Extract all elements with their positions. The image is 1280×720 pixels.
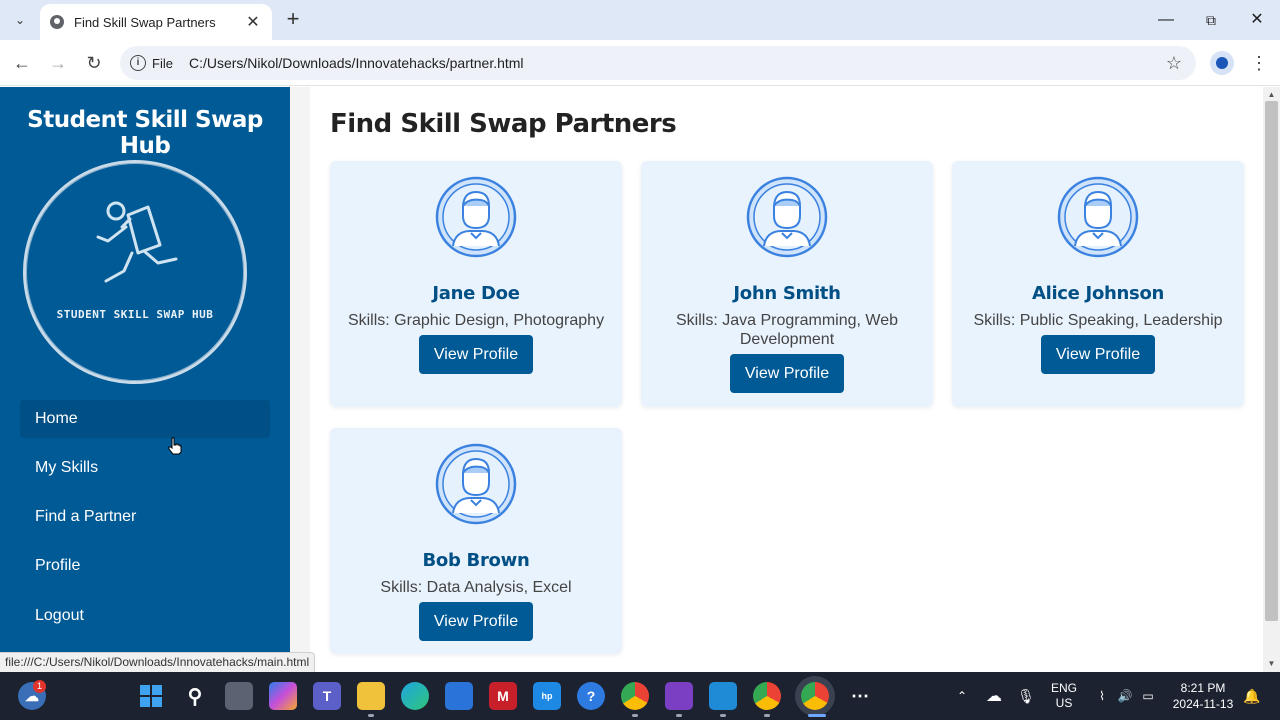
sidebar-item-find-partner[interactable]: Find a Partner bbox=[20, 498, 270, 536]
teams-icon[interactable]: T bbox=[313, 682, 341, 710]
partner-card: Alice Johnson Skills: Public Speaking, L… bbox=[952, 161, 1244, 407]
forward-arrow-icon[interactable]: → bbox=[46, 51, 70, 75]
person-avatar-icon bbox=[435, 443, 517, 525]
sidebar-item-home[interactable]: Home bbox=[20, 400, 270, 438]
partner-card: Bob Brown Skills: Data Analysis, Excel V… bbox=[330, 428, 622, 654]
browser-tab-bar: ⌄ Find Skill Swap Partners ✕ + — ⧉ ✕ bbox=[0, 0, 1280, 40]
partner-card: John Smith Skills: Java Programming, Web… bbox=[641, 161, 933, 407]
view-profile-button[interactable]: View Profile bbox=[730, 354, 844, 393]
vertical-scrollbar[interactable]: ▲ ▼ bbox=[1263, 87, 1280, 672]
visual-studio-icon[interactable] bbox=[665, 682, 693, 710]
url-text[interactable]: C:/Users/Nikol/Downloads/Innovatehacks/p… bbox=[189, 55, 1166, 71]
store-icon[interactable] bbox=[445, 682, 473, 710]
partner-card: Jane Doe Skills: Graphic Design, Photogr… bbox=[330, 161, 622, 407]
copilot-icon[interactable] bbox=[269, 682, 297, 710]
microphone-icon[interactable]: 🎙 bbox=[1014, 672, 1038, 720]
sidebar: Student Skill Swap Hub STUDENT SKILL SWA… bbox=[0, 87, 290, 672]
view-profile-button[interactable]: View Profile bbox=[419, 335, 533, 374]
running-student-icon bbox=[96, 201, 178, 283]
main-content: Find Skill Swap Partners Jane Doe Skills… bbox=[310, 87, 1263, 672]
address-bar[interactable]: i File C:/Users/Nikol/Downloads/Innovate… bbox=[120, 46, 1196, 80]
back-arrow-icon[interactable]: ← bbox=[10, 51, 34, 75]
running-indicator bbox=[632, 714, 638, 717]
start-windows-icon[interactable] bbox=[137, 682, 165, 710]
scroll-up-arrow-icon[interactable]: ▲ bbox=[1266, 89, 1277, 100]
vscode-icon[interactable] bbox=[709, 682, 737, 710]
sidebar-brand-title: Student Skill Swap Hub bbox=[27, 107, 263, 159]
info-icon[interactable]: i bbox=[130, 55, 146, 71]
reload-icon[interactable]: ↻ bbox=[82, 51, 106, 75]
view-profile-button[interactable]: View Profile bbox=[419, 602, 533, 641]
help-icon[interactable]: ? bbox=[577, 682, 605, 710]
tray-chevron-up-icon[interactable]: ⌃ bbox=[950, 672, 974, 720]
sidebar-item-profile[interactable]: Profile bbox=[20, 547, 270, 585]
partner-skills: Skills: Graphic Design, Photography bbox=[347, 312, 605, 329]
browser-toolbar: ← → ↻ i File C:/Users/Nikol/Downloads/In… bbox=[0, 40, 1280, 86]
person-avatar-icon bbox=[1057, 176, 1139, 258]
clock-time: 8:21 PM bbox=[1180, 681, 1226, 695]
onedrive-icon[interactable]: ☁ bbox=[982, 672, 1006, 720]
active-indicator bbox=[808, 714, 826, 717]
bookmark-star-icon[interactable]: ☆ bbox=[1166, 53, 1182, 74]
logo-text: STUDENT SKILL SWAP HUB bbox=[56, 308, 214, 321]
os-taskbar: ☁ 1 ⚲ T M hp ? ⋯ ⌃ ☁ 🎙 ENG US ⌇ 🔊 ▭ 8:21… bbox=[0, 672, 1280, 720]
chrome-profile-icon[interactable] bbox=[753, 682, 781, 710]
view-profile-button[interactable]: View Profile bbox=[1041, 335, 1155, 374]
person-avatar-icon bbox=[435, 176, 517, 258]
profile-avatar-icon[interactable] bbox=[1210, 51, 1234, 75]
partner-name: John Smith bbox=[733, 283, 841, 304]
running-indicator bbox=[676, 714, 682, 717]
file-explorer-icon[interactable] bbox=[357, 682, 385, 710]
mcafee-icon[interactable]: M bbox=[489, 682, 517, 710]
tab-close-icon[interactable]: ✕ bbox=[244, 12, 262, 32]
notification-badge: 1 bbox=[33, 680, 46, 693]
wifi-icon[interactable]: ⌇ bbox=[1092, 672, 1112, 720]
region-label: US bbox=[1055, 696, 1073, 710]
partner-skills: Skills: Public Speaking, Leadership bbox=[973, 312, 1223, 329]
new-tab-plus-icon[interactable]: + bbox=[282, 8, 304, 30]
running-indicator bbox=[368, 714, 374, 717]
chrome-active-icon[interactable] bbox=[801, 682, 829, 710]
browser-tab[interactable]: Find Skill Swap Partners ✕ bbox=[40, 4, 272, 40]
hand-cursor-icon bbox=[168, 437, 182, 455]
more-apps-icon[interactable]: ⋯ bbox=[846, 682, 874, 710]
url-scheme-chip[interactable]: File bbox=[152, 56, 173, 71]
partner-name: Alice Johnson bbox=[1031, 283, 1165, 304]
page-viewport: Student Skill Swap Hub STUDENT SKILL SWA… bbox=[0, 87, 1280, 672]
language-indicator[interactable]: ENG US bbox=[1046, 672, 1082, 720]
search-icon[interactable]: ⚲ bbox=[181, 682, 209, 710]
notification-bell-icon[interactable]: 🔔 bbox=[1242, 672, 1262, 720]
battery-icon[interactable]: ▭ bbox=[1138, 672, 1158, 720]
tab-title: Find Skill Swap Partners bbox=[74, 14, 216, 30]
chrome-profile-icon[interactable] bbox=[621, 682, 649, 710]
globe-icon bbox=[50, 15, 64, 29]
scroll-thumb[interactable] bbox=[1265, 101, 1278, 621]
restore-icon[interactable]: ⧉ bbox=[1197, 6, 1225, 34]
clock-date: 2024-11-13 bbox=[1172, 697, 1234, 711]
brand-logo: STUDENT SKILL SWAP HUB bbox=[23, 160, 247, 384]
sidebar-item-logout[interactable]: Logout bbox=[20, 597, 270, 635]
scroll-down-arrow-icon[interactable]: ▼ bbox=[1266, 658, 1277, 669]
edge-icon[interactable] bbox=[401, 682, 429, 710]
running-indicator bbox=[720, 714, 726, 717]
partner-skills: Skills: Data Analysis, Excel bbox=[380, 579, 572, 596]
tab-search-chevron-icon[interactable]: ⌄ bbox=[8, 8, 32, 32]
page-title: Find Skill Swap Partners bbox=[330, 109, 677, 139]
more-menu-icon[interactable]: ⋮ bbox=[1250, 51, 1268, 75]
sidebar-item-my-skills[interactable]: My Skills bbox=[20, 449, 270, 487]
link-status-bar: file:///C:/Users/Nikol/Downloads/Innovat… bbox=[0, 652, 316, 672]
minimize-icon[interactable]: — bbox=[1152, 6, 1180, 34]
partner-skills: Skills: Java Programming, Web Developmen… bbox=[676, 312, 898, 348]
partner-name: Bob Brown bbox=[422, 550, 530, 571]
myhp-icon[interactable]: hp bbox=[533, 682, 561, 710]
clock[interactable]: 8:21 PM 2024-11-13 bbox=[1168, 672, 1238, 720]
task-view-icon[interactable] bbox=[225, 682, 253, 710]
person-avatar-icon bbox=[746, 176, 828, 258]
partner-name: Jane Doe bbox=[432, 283, 520, 304]
language-label: ENG bbox=[1050, 681, 1077, 695]
close-window-icon[interactable]: ✕ bbox=[1243, 6, 1271, 34]
volume-icon[interactable]: 🔊 bbox=[1115, 672, 1135, 720]
running-indicator bbox=[764, 714, 770, 717]
